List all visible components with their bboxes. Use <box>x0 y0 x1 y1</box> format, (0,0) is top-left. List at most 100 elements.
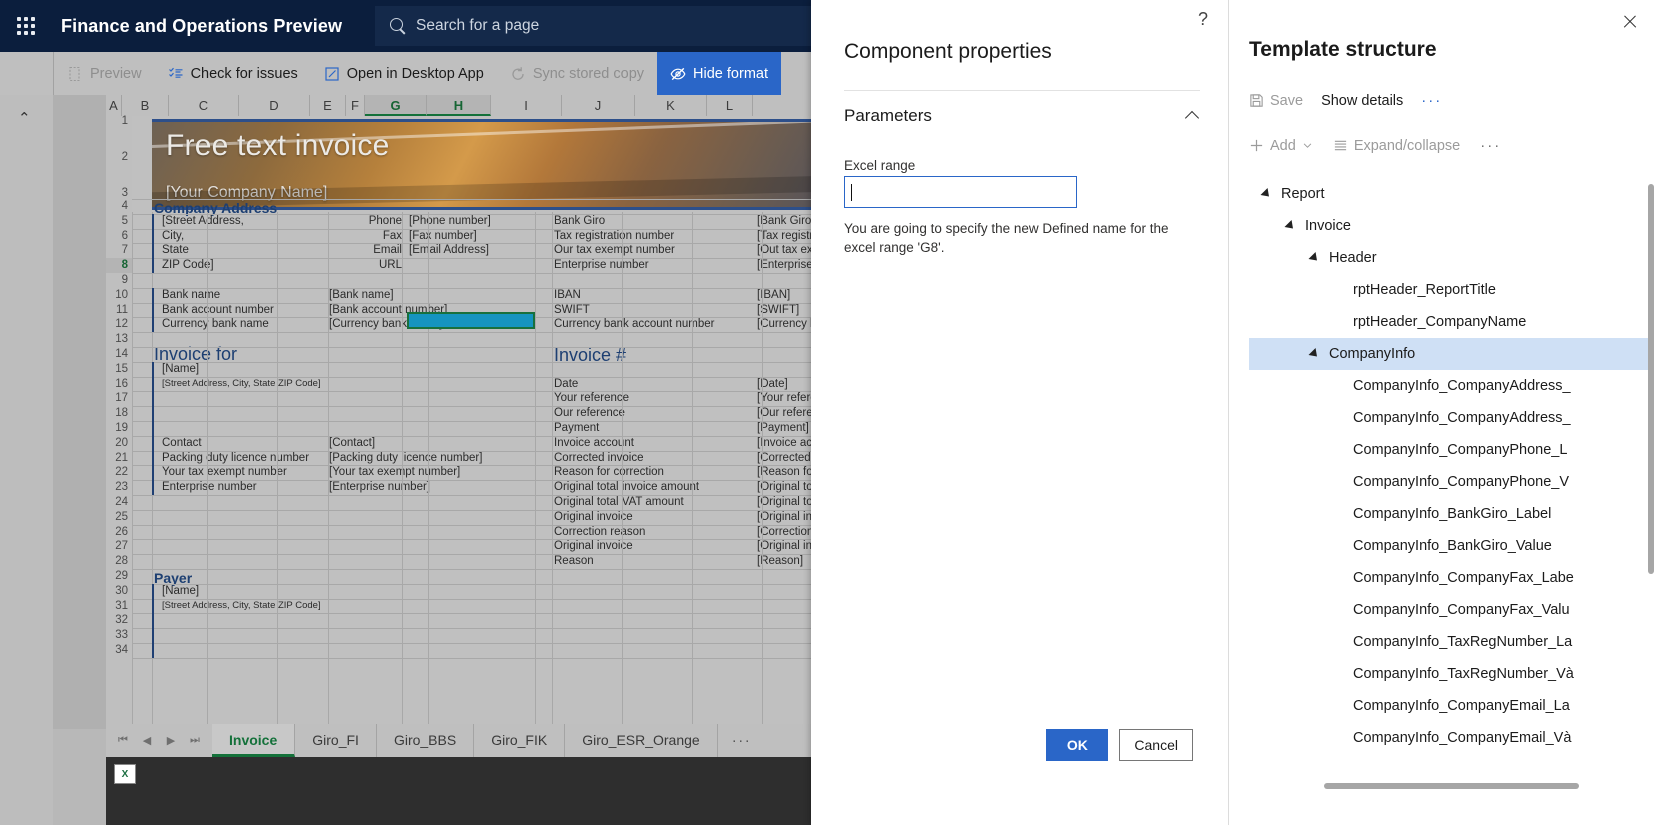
row-header-24[interactable]: 24 <box>106 495 132 510</box>
row-header-11[interactable]: 11 <box>106 303 132 318</box>
column-header-j[interactable]: J <box>562 95 635 116</box>
row-header-22[interactable]: 22 <box>106 465 132 480</box>
sheet-cell[interactable]: [Street Address, City, State ZIP Code] <box>162 378 321 389</box>
tree-node[interactable]: CompanyInfo_BankGiro_Label <box>1249 498 1649 530</box>
sheet-cell[interactable]: [Street Address, City, State ZIP Code] <box>162 600 321 611</box>
sheet-tab-giro_fi[interactable]: Giro_FI <box>295 724 377 757</box>
sheet-cell[interactable]: [Phone number] <box>409 215 491 227</box>
column-header-g[interactable]: G <box>365 95 427 116</box>
sheet-cell[interactable]: Reason for correction <box>554 466 664 478</box>
preview-button[interactable]: Preview <box>54 52 155 95</box>
chevron-up-icon[interactable] <box>1186 109 1200 123</box>
sheet-cell[interactable]: Packing duty licence number <box>162 452 309 464</box>
expander-triangle-icon[interactable] <box>1287 220 1299 232</box>
tree-vertical-scrollbar[interactable] <box>1648 184 1654 574</box>
nav-first-icon[interactable]: ⏮ <box>112 734 134 747</box>
sheet-cell[interactable]: Currency bank name <box>162 318 269 330</box>
sheet-cell[interactable]: Enterprise number <box>554 259 649 271</box>
column-header-i[interactable]: I <box>491 95 562 116</box>
row-header-4[interactable]: 4 <box>106 199 132 214</box>
tree-node[interactable]: CompanyInfo_TaxRegNumber_La <box>1249 626 1649 658</box>
row-header-32[interactable]: 32 <box>106 613 132 628</box>
sync-stored-copy-button[interactable]: Sync stored copy <box>497 52 657 95</box>
sheet-cell[interactable]: [Email Address] <box>409 244 489 256</box>
template-tree[interactable]: ReportInvoiceHeaderrptHeader_ReportTitle… <box>1249 178 1649 753</box>
sheet-cell[interactable]: [Fax number] <box>409 230 477 242</box>
sheet-cell[interactable]: [Enterprise <box>757 259 813 271</box>
column-header-e[interactable]: E <box>310 95 346 116</box>
help-question-icon[interactable]: ? <box>1198 9 1208 30</box>
app-launcher-icon[interactable] <box>0 0 52 52</box>
sheet-cell[interactable]: State <box>162 244 189 256</box>
sheet-tab-invoice[interactable]: Invoice <box>212 724 295 757</box>
row-header-6[interactable]: 6 <box>106 229 132 244</box>
close-icon[interactable] <box>1620 12 1640 32</box>
sheet-cell[interactable]: Corrected invoice <box>554 452 643 464</box>
tree-node[interactable]: CompanyInfo <box>1249 338 1649 370</box>
row-header-19[interactable]: 19 <box>106 421 132 436</box>
sheet-cell[interactable]: Tax registration number <box>554 230 674 242</box>
template-toolbar-overflow-2[interactable]: ··· <box>1480 137 1501 154</box>
row-header-10[interactable]: 10 <box>106 288 132 303</box>
sheet-cell[interactable]: [Out tax exe <box>757 244 819 256</box>
add-button[interactable]: Add <box>1249 138 1313 154</box>
row-header-16[interactable]: 16 <box>106 377 132 392</box>
column-header-k[interactable]: K <box>635 95 707 116</box>
sheet-cell[interactable]: [Enterprise number] <box>329 481 430 493</box>
sheet-cell[interactable]: [Bank Giro] <box>757 215 815 227</box>
sheet-cell[interactable]: [Your refere <box>757 392 817 404</box>
nav-last-icon[interactable]: ⏭ <box>184 734 206 747</box>
row-header-13[interactable]: 13 <box>106 332 132 347</box>
sheet-cell[interactable]: Bank name <box>162 289 220 301</box>
tree-node[interactable]: CompanyInfo_TaxRegNumber_Và <box>1249 658 1649 690</box>
tree-node[interactable]: CompanyInfo_CompanyPhone_V <box>1249 466 1649 498</box>
row-header-3[interactable]: 3 <box>106 187 132 199</box>
tree-horizontal-scrollbar[interactable] <box>1324 783 1579 789</box>
row-header-17[interactable]: 17 <box>106 391 132 406</box>
sheet-tab-giro_fik[interactable]: Giro_FIK <box>474 724 565 757</box>
row-header-27[interactable]: 27 <box>106 539 132 554</box>
row-header-9[interactable]: 9 <box>106 273 132 288</box>
tree-node[interactable]: CompanyInfo_CompanyEmail_Và <box>1249 722 1649 753</box>
sheet-cell[interactable]: Original total invoice amount <box>554 481 699 493</box>
sheet-cell[interactable]: URL <box>332 259 402 271</box>
sheet-cell[interactable]: [Payment] <box>757 422 809 434</box>
row-header-5[interactable]: 5 <box>106 214 132 229</box>
sheet-cell[interactable]: Correction reason <box>554 526 645 538</box>
tree-node[interactable]: CompanyInfo_CompanyFax_Labe <box>1249 562 1649 594</box>
sheet-cell[interactable]: Bank account number <box>162 304 274 316</box>
row-header-12[interactable]: 12 <box>106 317 132 332</box>
tree-node[interactable]: CompanyInfo_CompanyEmail_La <box>1249 690 1649 722</box>
sheet-cell[interactable]: [Name] <box>162 585 199 597</box>
sheet-cell[interactable]: Original total VAT amount <box>554 496 684 508</box>
search-input[interactable]: Search for a page <box>375 6 828 46</box>
row-header-33[interactable]: 33 <box>106 628 132 643</box>
sheet-tab-overflow[interactable]: ··· <box>718 732 766 749</box>
row-header-8[interactable]: 8 <box>106 258 132 273</box>
expander-triangle-icon[interactable] <box>1311 348 1323 360</box>
sheet-cell[interactable]: [Our referen <box>757 407 819 419</box>
sheet-cell[interactable]: [Original inv <box>757 511 818 523</box>
sheet-cell[interactable]: [Name] <box>162 363 199 375</box>
expander-triangle-icon[interactable] <box>1311 252 1323 264</box>
nav-next-icon[interactable]: ▶ <box>160 734 182 747</box>
sheet-cell[interactable]: Currency bank account number <box>554 318 714 330</box>
selected-cell-g8[interactable] <box>407 312 535 329</box>
sheet-cell[interactable]: Our tax exempt number <box>554 244 675 256</box>
sheet-cell[interactable]: City, <box>162 230 184 242</box>
row-header-23[interactable]: 23 <box>106 480 132 495</box>
column-header-b[interactable]: B <box>122 95 169 116</box>
column-header-h[interactable]: H <box>427 95 491 116</box>
sheet-cell[interactable]: IBAN <box>554 289 581 301</box>
row-header-26[interactable]: 26 <box>106 525 132 540</box>
save-button[interactable]: Save <box>1249 93 1303 109</box>
sheet-cell[interactable]: Contact <box>162 437 202 449</box>
hide-format-button[interactable]: Hide format <box>657 52 781 95</box>
tree-node[interactable]: rptHeader_ReportTitle <box>1249 274 1649 306</box>
sheet-cell[interactable]: Our reference <box>554 407 625 419</box>
row-header-25[interactable]: 25 <box>106 510 132 525</box>
sheet-cell[interactable]: SWIFT <box>554 304 590 316</box>
sheet-cell[interactable]: Bank Giro <box>554 215 605 227</box>
row-header-34[interactable]: 34 <box>106 643 132 658</box>
row-header-15[interactable]: 15 <box>106 362 132 377</box>
